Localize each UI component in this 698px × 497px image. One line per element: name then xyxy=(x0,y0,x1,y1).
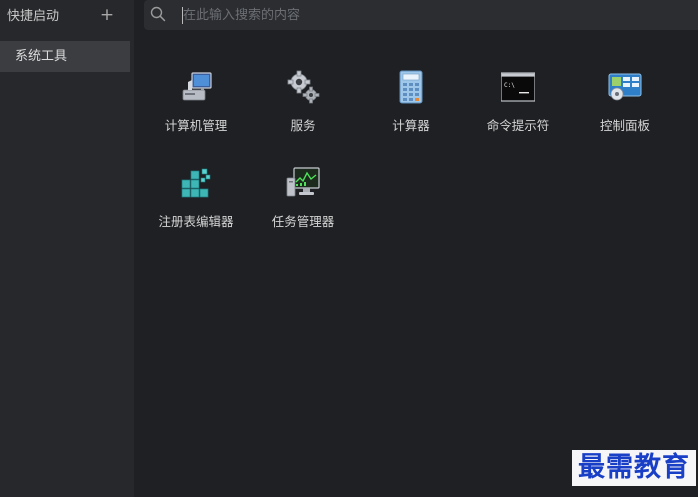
search-bar xyxy=(144,0,698,30)
task-manager-icon xyxy=(286,167,320,197)
tool-label: 计算器 xyxy=(392,118,430,133)
tool-label: 命令提示符 xyxy=(486,118,550,133)
tool-services[interactable]: 服务 xyxy=(253,70,353,150)
tool-control-panel[interactable]: 控制面板 xyxy=(575,70,675,150)
sidebar-header: 快捷启动 + xyxy=(0,0,134,34)
tool-label: 控制面板 xyxy=(599,118,650,133)
sidebar-item-system-tools[interactable]: 系统工具 xyxy=(0,41,130,72)
sidebar-item-label: 系统工具 xyxy=(15,49,68,64)
sidebar-title: 快捷启动 xyxy=(7,9,60,24)
tool-registry-editor[interactable]: 注册表编辑器 xyxy=(146,166,246,246)
add-button[interactable]: + xyxy=(99,5,115,25)
tool-label: 任务管理器 xyxy=(271,214,335,229)
search-input[interactable] xyxy=(183,4,683,26)
tool-calculator[interactable]: 计算器 xyxy=(361,70,461,150)
calculator-icon xyxy=(399,70,423,104)
tool-computer-management[interactable]: 计算机管理 xyxy=(146,70,246,150)
tool-label: 计算机管理 xyxy=(164,118,228,133)
tool-command-prompt[interactable]: C:\ 命令提示符 xyxy=(468,70,568,150)
command-prompt-icon: C:\ xyxy=(501,72,535,102)
registry-editor-icon xyxy=(181,168,211,198)
services-gears-icon xyxy=(287,70,320,104)
computer-management-icon xyxy=(182,72,212,101)
tool-task-manager[interactable]: 任务管理器 xyxy=(253,166,353,246)
search-icon[interactable] xyxy=(150,6,166,22)
control-panel-icon xyxy=(608,73,642,101)
sidebar: 快捷启动 + 系统工具 xyxy=(0,0,134,497)
tool-label: 服务 xyxy=(290,118,316,133)
svg-text:C:\: C:\ xyxy=(504,82,515,89)
tool-label: 注册表编辑器 xyxy=(158,214,234,229)
watermark-logo: 最需教育 xyxy=(572,450,696,486)
